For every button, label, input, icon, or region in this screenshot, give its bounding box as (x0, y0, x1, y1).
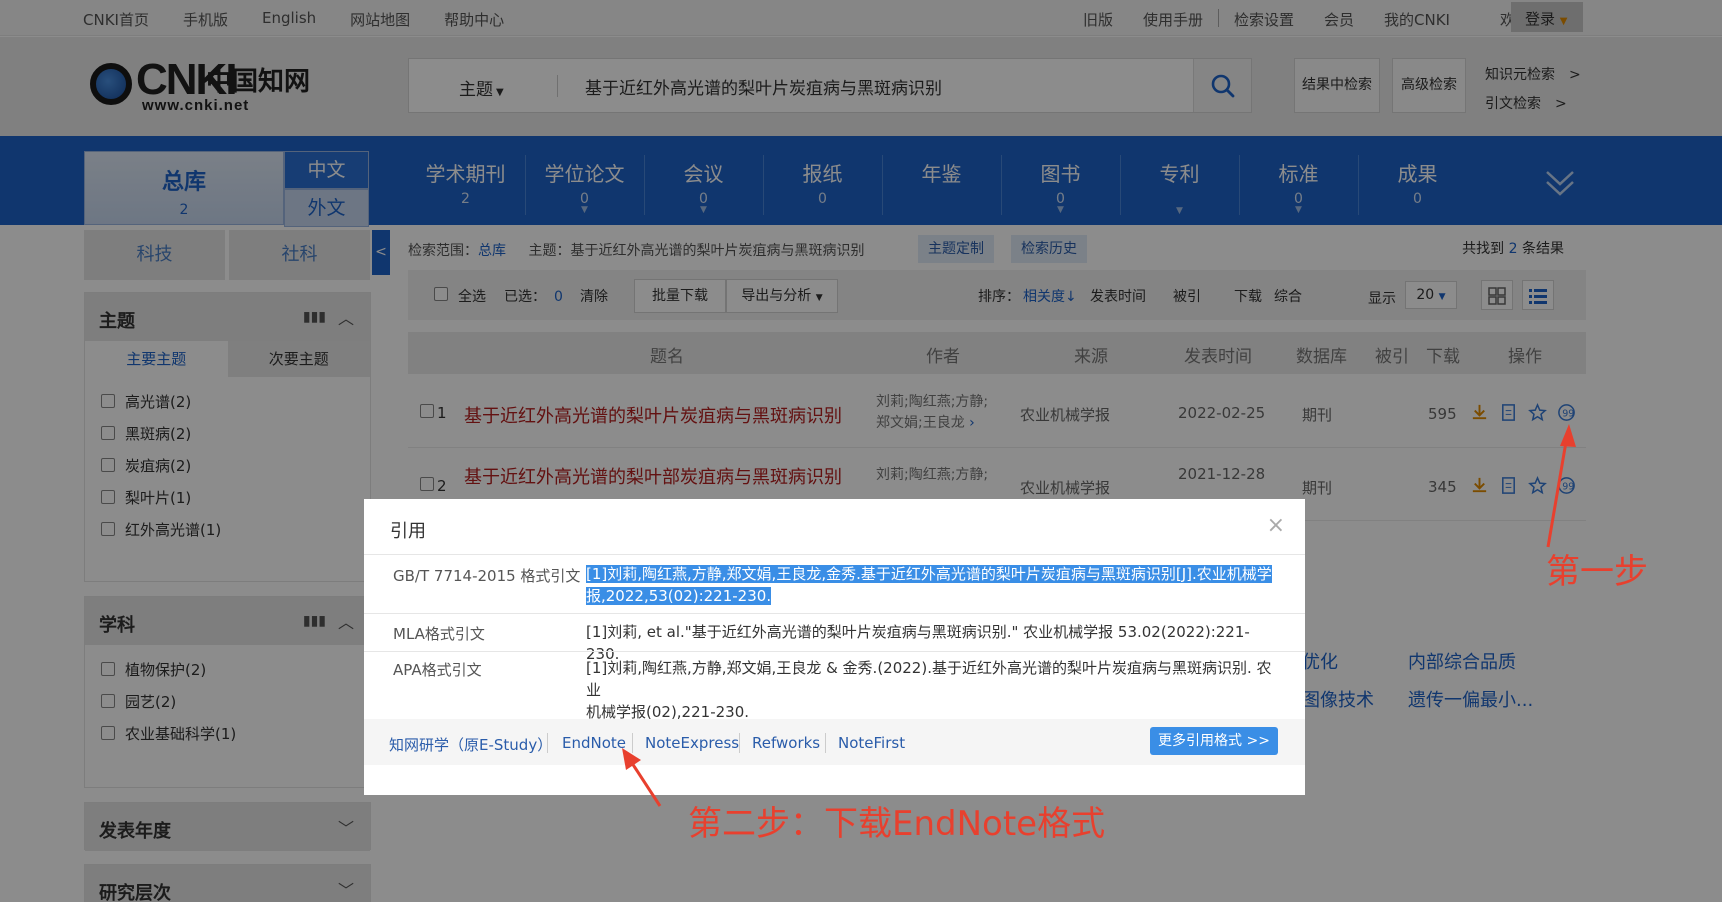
annotation-arrows (622, 424, 1576, 807)
step1-annotation: 第一步 (1546, 552, 1648, 592)
step2-annotation: 第二步：下载EndNote格式 (688, 804, 1106, 844)
